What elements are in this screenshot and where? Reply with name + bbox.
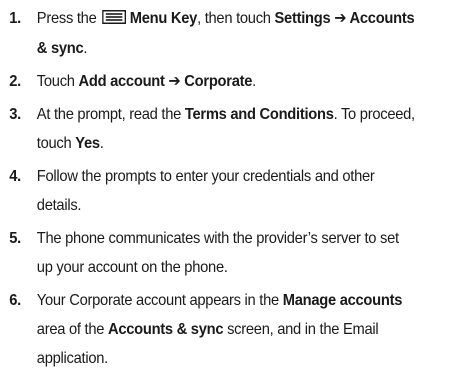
step-text: At the prompt, read the Terms and Condit… [37,106,415,152]
step-text: The phone communicates with the provider… [37,230,399,276]
step-text-run: Your Corporate account appears in the [36,292,283,309]
step-text-run: Follow the prompts to enter your credent… [36,168,375,214]
instruction-steps-list: 1. Press the Menu Key, then touch Setting… [0,4,474,377]
step-text-run: Press the [36,10,101,27]
step-bold-term: Terms and Conditions [184,106,334,123]
step-text-run: . [99,135,104,152]
step-number: 3. [9,106,21,123]
step-text-run: Touch [36,73,79,90]
instruction-step: 2. Touch Add account ➔ Corporate. [0,67,423,96]
step-bold-term: Add account ➔ Corporate [78,73,253,90]
step-text: Your Corporate account appears in the Ma… [36,292,403,367]
step-number: 4. [9,168,21,185]
step-text-run: . [252,73,256,90]
step-text: Follow the prompts to enter your credent… [37,168,375,214]
instruction-step: 3. At the prompt, read the Terms and Cond… [0,100,423,158]
step-text: Press the Menu Key, then touch Settings … [37,10,415,57]
step-number: 1. [9,10,21,27]
step-bold-term: Yes [75,135,100,152]
step-text-run: , then touch [197,10,275,27]
step-text-run: At the prompt, read the [36,106,185,123]
step-bold-term: Accounts & sync [107,321,224,338]
instruction-step: 1. Press the Menu Key, then touch Setting… [0,4,423,63]
step-number: 6. [9,292,21,309]
step-number: 2. [9,73,21,90]
step-text-run: . [83,40,88,57]
step-bold-term: Menu Key [129,10,198,27]
instruction-step: 4. Follow the prompts to enter your crede… [0,162,423,220]
step-bold-term: Manage accounts [282,292,403,309]
step-number: 5. [9,230,21,247]
step-text-run: area of the [36,321,108,338]
instruction-step: 5. The phone communicates with the provid… [0,224,423,282]
step-text: Touch Add account ➔ Corporate. [37,73,256,90]
step-text-run: The phone communicates with the provider… [36,230,399,276]
menu-key-icon [102,5,127,34]
instruction-step: 6. Your Corporate account appears in the … [0,286,423,373]
